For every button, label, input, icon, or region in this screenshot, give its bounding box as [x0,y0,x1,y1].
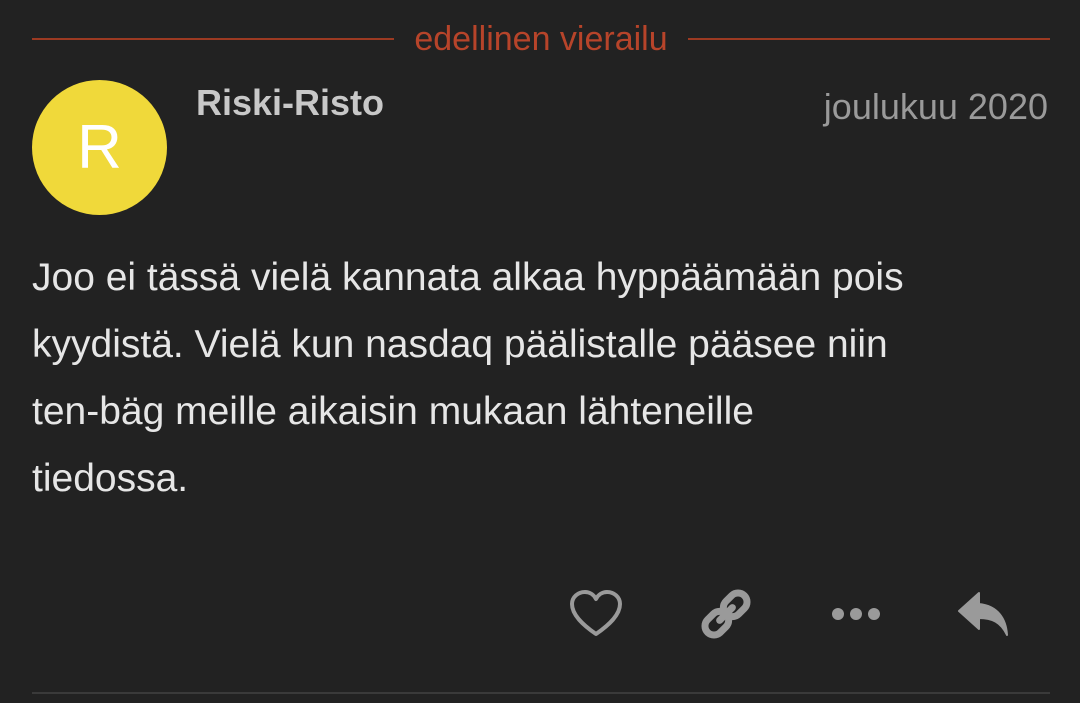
more-button[interactable] [824,582,888,646]
divider-line-right [687,38,1050,40]
post-body-line: ten-bäg meille aikaisin mukaan lähteneil… [32,390,754,433]
new-posts-divider: edellinen vierailu [32,18,1050,60]
post-bottom-divider [32,692,1050,694]
post-body-line: tiedossa. [32,457,189,500]
heart-icon [568,589,624,639]
post-date[interactable]: joulukuu 2020 [824,86,1048,128]
like-button[interactable] [564,582,628,646]
avatar-letter: R [77,112,122,182]
reply-icon [955,589,1013,639]
divider-label: edellinen vierailu [414,20,668,58]
post-author[interactable]: Riski-Risto [196,82,384,124]
post-body: Joo ei tässä vielä kannata alkaa hyppääm… [32,244,1052,512]
reply-button[interactable] [952,582,1016,646]
post-body-line: Joo ei tässä vielä kannata alkaa hyppääm… [32,256,904,299]
avatar[interactable]: R [32,80,167,215]
post-body-line: kyydistä. Vielä kun nasdaq päälistalle p… [32,323,888,366]
ellipsis-icon [828,604,884,624]
link-icon [698,586,754,642]
divider-line-left [32,38,395,40]
share-link-button[interactable] [694,582,758,646]
